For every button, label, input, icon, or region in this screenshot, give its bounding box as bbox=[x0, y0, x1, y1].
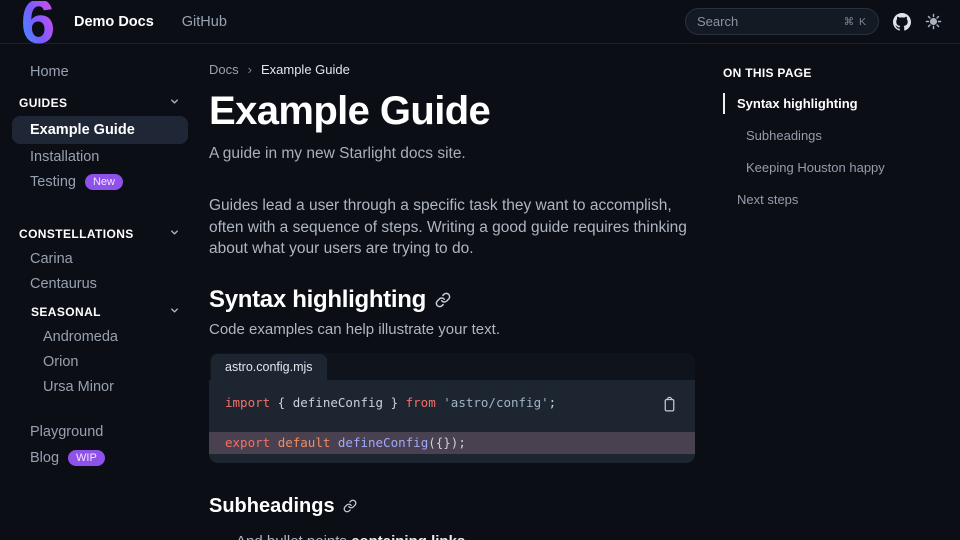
sidebar-item-label: Blog bbox=[30, 450, 59, 466]
breadcrumb-current: Example Guide bbox=[261, 62, 350, 77]
sidebar-group-constellations[interactable]: CONSTELLATIONS bbox=[12, 222, 188, 246]
sidebar-item-label: Andromeda bbox=[43, 329, 118, 345]
section-lead: Code examples can help illustrate your t… bbox=[209, 321, 695, 338]
sidebar-group-seasonal[interactable]: SEASONAL bbox=[24, 300, 188, 324]
code-token: ; bbox=[549, 395, 557, 410]
code-filename-tab: astro.config.mjs bbox=[211, 354, 327, 380]
bullet-list: And bullet points containing links. Or n… bbox=[209, 532, 695, 540]
sidebar-item-installation[interactable]: Installation bbox=[12, 145, 188, 169]
toc-item-syntax-highlighting[interactable]: Syntax highlighting bbox=[723, 93, 953, 114]
sidebar-item-label: Ursa Minor bbox=[43, 379, 114, 395]
copy-code-button[interactable] bbox=[654, 391, 684, 421]
sidebar: Home GUIDES Example Guide Installation T… bbox=[0, 44, 200, 540]
sidebar-item-playground[interactable]: Playground bbox=[12, 420, 188, 444]
sidebar-item-testing[interactable]: Testing New bbox=[12, 170, 188, 194]
site-title[interactable]: Demo Docs bbox=[74, 14, 154, 30]
search-input[interactable]: Search ⌘ K bbox=[685, 8, 879, 35]
top-header: 6 Demo Docs GitHub Search ⌘ K bbox=[0, 0, 960, 44]
section-heading-syntax: Syntax highlighting bbox=[209, 286, 695, 314]
sidebar-item-andromeda[interactable]: Andromeda bbox=[24, 325, 188, 349]
logo-glyph: 6 bbox=[21, 1, 55, 44]
sidebar-item-label: Orion bbox=[43, 354, 78, 370]
code-line-empty bbox=[209, 414, 695, 432]
new-badge: New bbox=[85, 174, 123, 190]
chevron-down-icon bbox=[169, 305, 180, 319]
sidebar-item-carina[interactable]: Carina bbox=[12, 247, 188, 271]
main-content: Docs › Example Guide Example Guide A gui… bbox=[209, 44, 695, 540]
code-token: default bbox=[278, 435, 331, 450]
code-line-2-highlighted: export default defineConfig({}); bbox=[209, 432, 695, 454]
chevron-down-icon bbox=[169, 96, 180, 110]
code-token bbox=[330, 435, 338, 450]
sidebar-item-label: Testing bbox=[30, 174, 76, 190]
github-icon bbox=[893, 13, 911, 31]
code-block: astro.config.mjs import { defineConfig }… bbox=[209, 353, 695, 463]
sidebar-subgroup-seasonal: SEASONAL Andromeda Orion Ursa Minor bbox=[12, 300, 188, 399]
header-actions: Search ⌘ K bbox=[685, 8, 942, 35]
on-this-page-panel: ON THIS PAGE Syntax highlighting Subhead… bbox=[723, 44, 953, 221]
sidebar-item-label: Carina bbox=[30, 251, 73, 267]
sidebar-item-label: Example Guide bbox=[30, 122, 135, 138]
code-token: 'astro/config' bbox=[443, 395, 548, 410]
sidebar-item-centaurus[interactable]: Centaurus bbox=[12, 272, 188, 296]
sidebar-group-constellations-label: CONSTELLATIONS bbox=[19, 227, 134, 241]
bullet-item-links: And bullet points containing links. bbox=[236, 532, 695, 540]
sidebar-group-guides-label: GUIDES bbox=[19, 96, 67, 110]
section-heading-text: Syntax highlighting bbox=[209, 286, 426, 314]
sidebar-group-guides[interactable]: GUIDES bbox=[12, 91, 188, 115]
code-token: { defineConfig } bbox=[270, 395, 405, 410]
code-token: defineConfig bbox=[338, 435, 428, 450]
breadcrumb: Docs › Example Guide bbox=[209, 62, 695, 77]
wip-badge: WIP bbox=[68, 450, 105, 466]
search-shortcut: ⌘ K bbox=[844, 16, 867, 28]
sidebar-group-seasonal-label: SEASONAL bbox=[31, 305, 101, 319]
toc-list: Syntax highlighting Subheadings Keeping … bbox=[723, 93, 953, 210]
code-token: ({}); bbox=[428, 435, 466, 450]
clipboard-icon bbox=[661, 396, 678, 416]
page-title: Example Guide bbox=[209, 89, 695, 134]
site-logo[interactable]: 6 bbox=[14, 0, 62, 44]
sidebar-item-orion[interactable]: Orion bbox=[24, 350, 188, 374]
code-token: export bbox=[225, 435, 270, 450]
sidebar-spacer bbox=[12, 400, 188, 420]
code-token: from bbox=[406, 395, 436, 410]
anchor-link-icon[interactable] bbox=[435, 292, 451, 308]
toc-item-keeping-houston-happy[interactable]: Keeping Houston happy bbox=[723, 157, 953, 178]
sidebar-item-ursa-minor[interactable]: Ursa Minor bbox=[24, 375, 188, 399]
github-link-button[interactable] bbox=[893, 13, 911, 31]
code-tab-bar: astro.config.mjs bbox=[209, 353, 695, 380]
sidebar-item-label: Centaurus bbox=[30, 276, 97, 292]
breadcrumb-root[interactable]: Docs bbox=[209, 62, 239, 77]
bullet-text: And bullet points bbox=[236, 533, 351, 540]
sidebar-item-home[interactable]: Home bbox=[12, 60, 188, 84]
toc-heading: ON THIS PAGE bbox=[723, 66, 953, 80]
sun-icon bbox=[925, 13, 942, 30]
section-heading-text: Subheadings bbox=[209, 495, 335, 518]
code-line-1: import { defineConfig } from 'astro/conf… bbox=[209, 392, 695, 414]
toc-item-subheadings[interactable]: Subheadings bbox=[723, 125, 953, 146]
bullet-text: . bbox=[465, 533, 469, 540]
search-placeholder: Search bbox=[697, 14, 738, 29]
chevron-right-icon: › bbox=[248, 62, 252, 77]
code-token: import bbox=[225, 395, 270, 410]
sidebar-item-example-guide[interactable]: Example Guide bbox=[12, 116, 188, 144]
sidebar-spacer bbox=[12, 195, 188, 215]
section-heading-subheadings: Subheadings bbox=[209, 495, 695, 518]
toc-item-next-steps[interactable]: Next steps bbox=[723, 189, 953, 210]
nav-link-github[interactable]: GitHub bbox=[182, 14, 227, 30]
theme-toggle-button[interactable] bbox=[925, 13, 942, 30]
containing-links-link[interactable]: containing links bbox=[351, 533, 465, 540]
intro-paragraph: Guides lead a user through a specific ta… bbox=[209, 195, 695, 260]
anchor-link-icon[interactable] bbox=[343, 499, 357, 513]
code-body: import { defineConfig } from 'astro/conf… bbox=[209, 380, 695, 463]
sidebar-item-blog[interactable]: Blog WIP bbox=[12, 446, 188, 470]
page-subtitle: A guide in my new Starlight docs site. bbox=[209, 145, 695, 163]
chevron-down-icon bbox=[169, 227, 180, 241]
code-token bbox=[270, 435, 278, 450]
sidebar-item-label: Installation bbox=[30, 149, 99, 165]
